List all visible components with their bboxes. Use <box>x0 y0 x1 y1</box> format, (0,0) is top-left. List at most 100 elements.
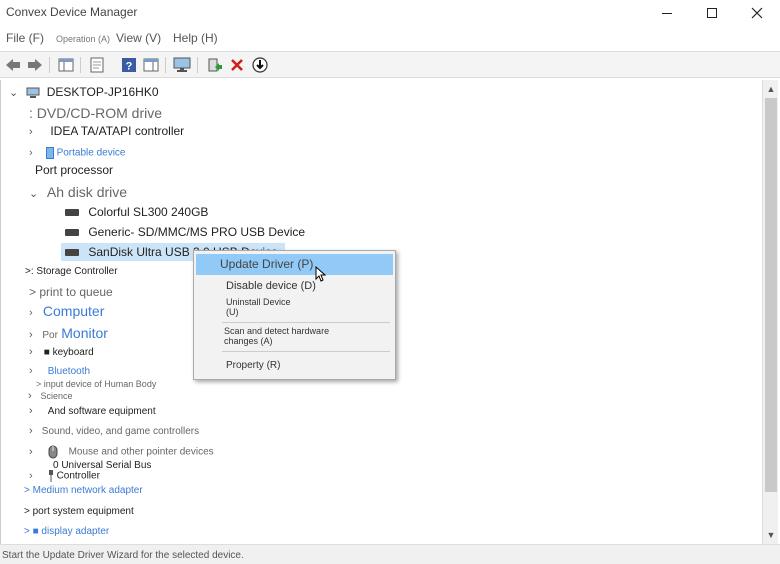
menu-separator <box>222 322 390 323</box>
tree-item-disk[interactable]: ⌄ Ah disk drive <box>29 185 127 200</box>
tree-item-network[interactable]: > Medium network adapter <box>24 486 143 496</box>
tree-item-bluetooth[interactable]: › Bluetooth <box>29 366 90 377</box>
collapse-arrow-icon[interactable]: ⌄ <box>9 88 19 99</box>
menu-item-scan-hardware[interactable]: Scan and detect hardware changes (A) <box>196 326 393 348</box>
update-driver-icon <box>208 58 222 72</box>
menu-item-update-driver[interactable]: Update Driver (P) <box>196 254 393 275</box>
action-pane-button[interactable] <box>142 56 160 74</box>
monitor-icon <box>173 57 191 72</box>
tree-item-hid-cont[interactable]: › Science <box>28 391 73 402</box>
tree-item-label: Ah disk drive <box>46 184 128 200</box>
menu-item-uninstall-device[interactable]: Uninstall Device (U) <box>196 297 393 319</box>
tree-item-ide[interactable]: › IDEA TA/ATAPI controller <box>29 125 184 138</box>
expand-arrow-icon[interactable]: › <box>29 330 39 341</box>
expand-arrow-icon[interactable]: › <box>29 426 39 437</box>
toolbar-separator <box>49 57 50 73</box>
vertical-scrollbar[interactable]: ▲ ▼ <box>762 80 778 544</box>
tree-item-usb-cont[interactable]: › Controller <box>29 470 100 482</box>
tree-item-mouse[interactable]: › Mouse and other pointer devices <box>29 445 214 459</box>
tree-item-display[interactable]: > ■ display adapter <box>24 527 109 537</box>
expand-arrow-icon[interactable]: › <box>29 347 39 358</box>
tree-item-label: Mouse and other pointer devices <box>68 446 214 458</box>
tree-item-label: Generic- SD/MMC/MS PRO USB Device <box>88 225 306 239</box>
tree-item-hid[interactable]: > input device of Human Body <box>36 380 156 389</box>
update-driver-button[interactable] <box>205 56 223 74</box>
menu-item-label: (U) <box>226 307 239 317</box>
scroll-down-arrow-icon[interactable]: ▼ <box>763 527 779 543</box>
svg-text:?: ? <box>126 61 133 73</box>
tree-item-software[interactable]: › And software equipment <box>29 406 156 417</box>
toolbar: ? <box>0 51 780 78</box>
close-button[interactable] <box>734 0 780 26</box>
back-button[interactable] <box>4 56 22 74</box>
menu-bar: File (F) Operation (A) View (V) Help (H) <box>0 28 780 50</box>
tree-item-storage[interactable]: >: Storage Controller <box>25 267 118 277</box>
back-arrow-icon <box>6 59 20 71</box>
disable-device-button[interactable] <box>251 56 269 74</box>
tree-item-print[interactable]: > print to queue <box>29 286 113 298</box>
expand-arrow-icon[interactable]: › <box>28 391 38 402</box>
tree-item-label: Portable device <box>56 147 126 159</box>
tree-item-keyboard[interactable]: › ■ keyboard <box>29 347 94 358</box>
expand-arrow-icon[interactable]: › <box>29 446 39 458</box>
tree-item-sound[interactable]: › Sound, video, and game controllers <box>29 426 199 437</box>
portable-device-icon <box>45 147 54 159</box>
tree-item-portable[interactable]: › Portable device <box>29 147 126 159</box>
expand-arrow-icon[interactable]: › <box>29 366 39 377</box>
tree-item-label: Science <box>40 391 73 401</box>
tree-item-label: And software equipment <box>47 406 156 417</box>
menu-item-label: changes (A) <box>224 336 273 346</box>
expand-arrow-icon[interactable]: › <box>29 470 39 482</box>
menu-file[interactable]: File (F) <box>6 31 44 45</box>
download-circle-icon <box>252 57 268 73</box>
tree-item-label: Monitor <box>61 325 108 341</box>
menu-item-disable-device[interactable]: Disable device (D) <box>196 279 393 294</box>
console-tree-icon <box>58 58 74 72</box>
tree-item-label: Controller <box>56 470 100 482</box>
expand-arrow-icon[interactable]: › <box>29 406 39 417</box>
tree-item-computer[interactable]: › Computer <box>29 304 104 319</box>
tree-item-prefix: Por <box>42 330 58 341</box>
minimize-button[interactable] <box>644 0 690 26</box>
pointer-cursor-icon <box>315 266 327 282</box>
tree-item-port-system[interactable]: > port system equipment <box>24 507 134 517</box>
menu-item-label: Uninstall Device <box>226 297 291 307</box>
tree-item-disk1[interactable]: Colorful SL300 240GB <box>65 206 208 218</box>
menu-help[interactable]: Help (H) <box>173 31 218 45</box>
expand-arrow-icon[interactable]: › <box>29 127 39 138</box>
tree-item-port-processor[interactable]: Port processor <box>29 164 113 176</box>
menu-item-property[interactable]: Property (R) <box>196 358 393 373</box>
properties-button[interactable] <box>88 56 106 74</box>
tree-item-label: Colorful SL300 240GB <box>88 205 209 219</box>
uninstall-button[interactable] <box>228 56 246 74</box>
tree-item-disk2[interactable]: Generic- SD/MMC/MS PRO USB Device <box>65 226 305 238</box>
scan-hardware-button[interactable] <box>173 56 191 74</box>
menu-view[interactable]: View (V) <box>116 31 161 45</box>
context-menu: Update Driver (P) Disable device (D) Uni… <box>193 250 396 380</box>
scrollbar-thumb[interactable] <box>765 98 777 492</box>
expand-arrow-icon[interactable]: › <box>29 147 39 159</box>
action-pane-icon <box>143 58 159 72</box>
menu-operation[interactable]: Operation (A) <box>56 34 110 44</box>
title-bar: Convex Device Manager <box>0 0 780 26</box>
tree-item-dvd[interactable]: : DVD/CD-ROM drive <box>29 106 162 120</box>
help-button[interactable]: ? <box>120 56 138 74</box>
collapse-arrow-icon[interactable]: ⌄ <box>29 189 39 200</box>
maximize-button[interactable] <box>689 0 735 26</box>
forward-button[interactable] <box>26 56 44 74</box>
menu-separator <box>222 351 390 352</box>
drive-icon <box>65 209 79 217</box>
show-hide-tree-button[interactable] <box>57 56 75 74</box>
tree-item-monitor[interactable]: › Por Monitor <box>29 326 108 341</box>
toolbar-separator <box>165 57 166 73</box>
drive-icon <box>65 229 79 237</box>
tree-item-label: ■ keyboard <box>43 347 94 358</box>
scroll-up-arrow-icon[interactable]: ▲ <box>763 81 779 97</box>
forward-arrow-icon <box>28 59 42 71</box>
tree-root[interactable]: ⌄ DESKTOP-JP16HK0 <box>9 86 159 99</box>
menu-item-label: Scan and detect hardware <box>224 326 330 336</box>
minimize-icon <box>662 12 672 14</box>
tree-item-label: IDEA TA/ATAPI controller <box>50 124 185 138</box>
tree-root-label: DESKTOP-JP16HK0 <box>46 85 159 99</box>
expand-arrow-icon[interactable]: › <box>29 308 39 319</box>
